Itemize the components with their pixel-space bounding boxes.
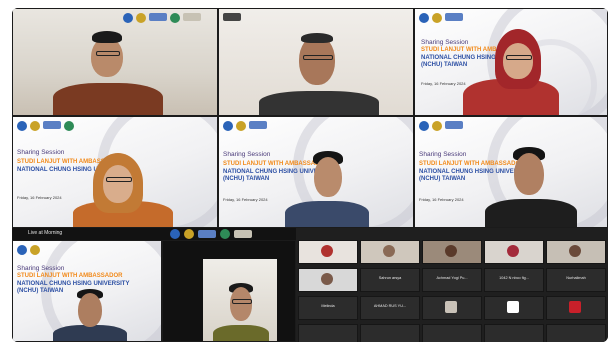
gallery-tile[interactable]: Nurhalimah [546,268,606,292]
gallery-tile[interactable] [298,240,358,264]
gallery-tile[interactable]: Melinda [298,296,358,320]
slide-date: Friday, 16 February 2024 [421,81,466,86]
stream-label: Live at Morning [28,230,63,236]
gallery-tile[interactable] [484,324,544,342]
video-tile-participant-1[interactable] [12,8,218,116]
video-tile-participant-3[interactable]: Sharing Session STUDI LANJUT WITH AMBASS… [414,8,608,116]
gallery-tile[interactable] [298,324,358,342]
slide-kicker: Sharing Session [223,151,271,158]
participant-gallery: Sahrun arsya Achmad Yogi Pu... 1042 N nb… [296,228,608,342]
slide-kicker: Sharing Session [419,151,467,158]
gallery-tile[interactable] [360,324,420,342]
participant-name: Melinda [321,304,335,308]
gallery-tile[interactable]: AHMAD RUS YU... [360,296,420,320]
participant-name: AHMAD RUS YU... [373,304,407,308]
gallery-tile[interactable] [546,296,606,320]
gallery-tile[interactable] [484,296,544,320]
video-tile-participant-5[interactable]: Sharing Session STUDI LANJUT WITH AMBASS… [218,116,414,228]
slide-kicker: Sharing Session [17,149,65,156]
gallery-tile[interactable]: Achmad Yogi Pu... [422,268,482,292]
slide-date: Friday, 16 February 2024 [17,195,62,200]
gallery-tile[interactable] [422,296,482,320]
slide-kicker: Sharing Session [421,39,469,46]
slide-kicker: Sharing Session [17,265,65,272]
gallery-tile[interactable] [422,240,482,264]
partner-logos [170,228,252,240]
gallery-tile[interactable] [360,240,420,264]
gallery-tile[interactable] [484,240,544,264]
participant-name: Nurhalimah [566,276,586,280]
slide-date: Friday, 16 February 2024 [419,197,464,202]
video-tile-participant-7[interactable]: Sharing Session STUDI LANJUT WITH AMBASS… [12,240,162,342]
gallery-tile[interactable] [422,324,482,342]
gallery-tile[interactable]: Sahrun arsya [360,268,420,292]
video-conference-grid: Sharing Session STUDI LANJUT WITH AMBASS… [12,8,608,342]
slide-date: Friday, 16 February 2024 [223,197,268,202]
participant-name: Achmad Yogi Pu... [436,276,468,280]
gallery-tile[interactable] [298,268,358,292]
video-tile-participant-2[interactable] [218,8,414,116]
gallery-tile[interactable] [546,324,606,342]
gallery-tile[interactable] [546,240,606,264]
video-tile-participant-6[interactable]: Sharing Session STUDI LANJUT WITH AMBASS… [414,116,608,228]
participant-name: Sahrun arsya [378,276,402,280]
participant-name: 1042 N nbco fig... [499,276,529,280]
partner-logos [123,13,201,23]
video-tile-participant-4[interactable]: Sharing Session STUDI LANJUT WITH AMBASS… [12,116,218,228]
screenshot-frame: Sharing Session STUDI LANJUT WITH AMBASS… [0,0,615,347]
gallery-tile[interactable]: 1042 N nbco fig... [484,268,544,292]
video-tile-participant-8[interactable] [162,240,296,342]
